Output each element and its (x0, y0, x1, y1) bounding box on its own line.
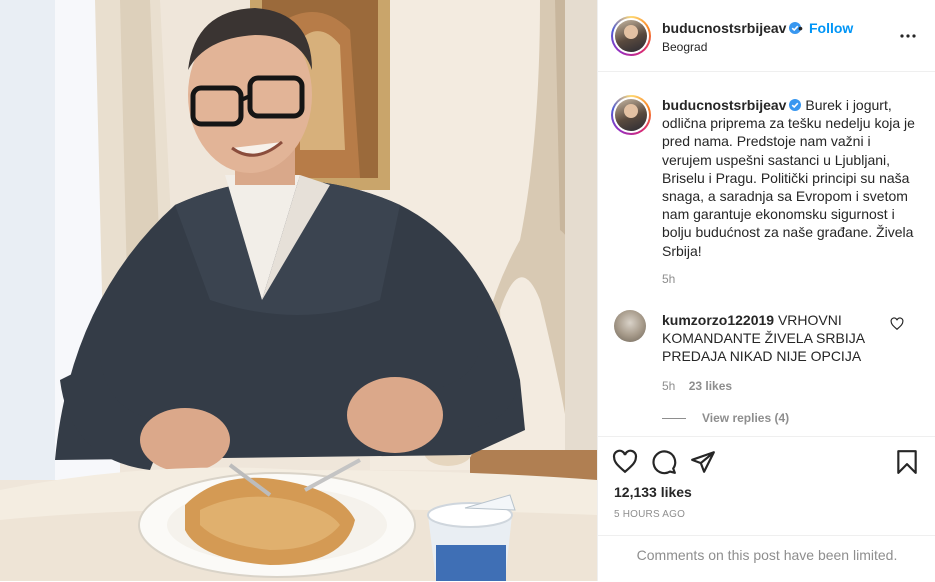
comment-text: kumzorzo122019 VRHOVNI KOMANDANTE ŽIVELA… (662, 311, 892, 366)
more-options-icon[interactable] (898, 26, 918, 46)
comment-bubble-icon[interactable] (651, 449, 677, 475)
comment-likes[interactable]: 23 likes (689, 379, 732, 393)
view-replies-label: View replies (4) (702, 411, 790, 425)
location-link[interactable]: Beograd (662, 40, 707, 54)
post-username[interactable]: buducnostsrbijeav (662, 20, 802, 36)
caption-username[interactable]: buducnostsrbijeav (662, 97, 786, 113)
like-heart-icon[interactable] (612, 449, 638, 475)
post-details-panel: buducnostsrbijeav • Follow Beograd buduc… (597, 0, 935, 581)
action-bar: 12,133 likes 5 HOURS AGO Comments on thi… (598, 436, 935, 581)
comment-like-heart-icon[interactable] (890, 317, 904, 331)
likes-count[interactable]: 12,133 likes (614, 484, 692, 500)
caption-avatar[interactable] (611, 95, 651, 135)
caption-body: Burek i jogurt, odlična priprema za tešk… (662, 97, 915, 259)
verified-badge-icon (789, 99, 802, 111)
caption-text: buducnostsrbijeav Burek i jogurt, odličn… (662, 96, 924, 260)
comment-username[interactable]: kumzorzo122019 (662, 312, 774, 328)
avatar[interactable] (611, 16, 651, 56)
post-header: buducnostsrbijeav • Follow Beograd (598, 0, 935, 72)
comment-meta: 5h 23 likes (662, 379, 732, 393)
separator-dot: • (798, 20, 803, 36)
caption-timestamp[interactable]: 5h (662, 272, 675, 286)
save-bookmark-icon[interactable] (894, 449, 920, 475)
photo-scene (0, 0, 597, 581)
post-photo[interactable] (0, 0, 597, 581)
follow-button[interactable]: Follow (809, 20, 853, 36)
replies-line (662, 418, 686, 420)
instagram-post: buducnostsrbijeav • Follow Beograd buduc… (0, 0, 935, 581)
comment-avatar[interactable] (614, 310, 646, 342)
view-replies-button[interactable]: View replies (4) (662, 411, 789, 425)
comments-limited-notice: Comments on this post have been limited. (598, 535, 935, 582)
post-timestamp[interactable]: 5 HOURS AGO (614, 509, 685, 520)
comment-timestamp[interactable]: 5h (662, 379, 675, 393)
share-paper-plane-icon[interactable] (690, 449, 716, 475)
